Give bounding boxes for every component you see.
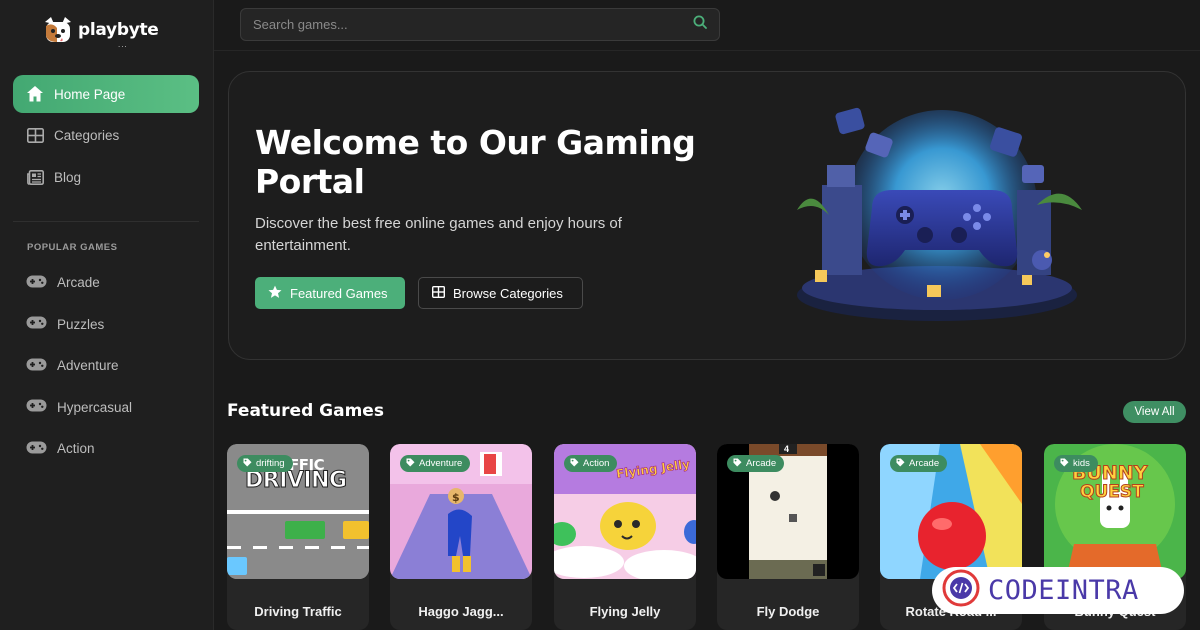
tag-icon [733, 458, 742, 470]
game-tag[interactable]: Action [564, 455, 618, 472]
sidebar-item-label: Puzzles [57, 316, 105, 332]
popular-games-heading: POPULAR GAMES [27, 242, 118, 253]
hero-banner: Welcome to Our Gaming Portal Discover th… [228, 71, 1186, 360]
game-tag-label: kids [1073, 458, 1090, 469]
tag-icon [570, 458, 579, 470]
home-icon [26, 85, 44, 103]
svg-text:$: $ [452, 491, 460, 504]
hero-controller-illustration [767, 90, 1107, 330]
grid-icon [26, 127, 44, 145]
sidebar-item-label: Adventure [57, 358, 119, 374]
sidebar-item-label: Arcade [57, 275, 100, 291]
brand-logo[interactable]: playbyte [42, 16, 159, 44]
sidebar-item-label: Hypercasual [57, 399, 133, 415]
newspaper-icon [26, 168, 44, 186]
game-tag[interactable]: Adventure [400, 455, 471, 472]
game-tag-label: Action [583, 458, 610, 469]
browse-categories-button[interactable]: Browse Categories [418, 277, 583, 309]
game-title[interactable]: Driving Traffic [227, 604, 369, 619]
game-card-flying-jelly[interactable]: Flying Jelly Action Flying Jelly [554, 444, 696, 630]
tag-icon [896, 458, 905, 470]
game-tag[interactable]: Arcade [727, 455, 785, 472]
gamepad-icon [26, 275, 47, 291]
browse-categories-button-label: Browse Categories [453, 285, 563, 301]
featured-games-button-label: Featured Games [290, 285, 388, 301]
main-nav: Home Page Categories Blog [13, 75, 199, 200]
brand-name: playbyte [78, 20, 159, 40]
sidebar-divider [13, 221, 199, 222]
search-input[interactable] [253, 17, 693, 32]
game-tag[interactable]: drifting [237, 455, 293, 472]
watermark-text: CODEINTRA [988, 575, 1139, 606]
featured-games-heading: Featured Games [227, 401, 384, 421]
featured-games-button[interactable]: Featured Games [255, 277, 405, 309]
nav-item-label: Categories [54, 128, 120, 143]
game-tag-label: drifting [256, 458, 285, 469]
search-box[interactable] [240, 8, 720, 41]
game-tag-label: Arcade [909, 458, 940, 469]
gamepad-icon [26, 399, 47, 415]
sidebar-item-label: Action [57, 441, 95, 457]
hero-subtitle: Discover the best free online games and … [255, 215, 622, 254]
nav-item-label: Home Page [54, 86, 126, 102]
nav-item-home[interactable]: Home Page [13, 75, 199, 113]
tag-icon [1060, 458, 1069, 470]
sidebar-item-puzzles[interactable]: Puzzles [13, 304, 199, 346]
game-tag[interactable]: Arcade [890, 455, 948, 472]
tag-icon [243, 458, 252, 470]
brand-dots: ... [118, 40, 128, 49]
gamepad-icon [26, 316, 47, 332]
game-title[interactable]: Flying Jelly [554, 604, 696, 619]
nav-item-categories[interactable]: Categories [13, 117, 199, 155]
sidebar-item-adventure[interactable]: Adventure [13, 345, 199, 387]
codeintra-watermark: CODEINTRA [932, 567, 1184, 614]
sidebar-item-hypercasual[interactable]: Hypercasual [13, 387, 199, 429]
hero-title: Welcome to Our Gaming Portal [255, 123, 696, 201]
top-bar [214, 0, 1200, 51]
sidebar-item-arcade[interactable]: Arcade [13, 262, 199, 304]
tag-icon [406, 458, 415, 470]
search-icon[interactable] [693, 15, 707, 34]
game-tag[interactable]: kids [1054, 455, 1098, 472]
grid-icon [431, 285, 446, 301]
game-card-driving-traffic[interactable]: FFIC DRIVING drifting Driving Traffic [227, 444, 369, 630]
game-tag-label: Adventure [419, 458, 463, 469]
sidebar: playbyte ... Home Page Categories Blog P… [0, 0, 214, 630]
score-counter: 4 [784, 444, 790, 454]
game-title[interactable]: Haggo Jagg... [390, 604, 532, 619]
gamepad-icon [26, 358, 47, 374]
gamepad-icon [26, 441, 47, 457]
popular-games-list: Arcade Puzzles Adventure Hypercasual Act… [13, 262, 199, 470]
game-card-haggo-jagg[interactable]: $ Adventure Haggo Jagg... [390, 444, 532, 630]
thumb-title: QUEST [1080, 482, 1145, 503]
game-title[interactable]: Fly Dodge [717, 604, 859, 619]
nav-item-blog[interactable]: Blog [13, 158, 199, 196]
star-icon [268, 285, 282, 302]
code-logo-icon [942, 569, 980, 612]
nav-item-label: Blog [54, 169, 82, 185]
sidebar-item-action[interactable]: Action [13, 428, 199, 470]
game-card-fly-dodge[interactable]: 4 Arcade Fly Dodge [717, 444, 859, 630]
dog-logo-icon [42, 16, 74, 44]
view-all-button[interactable]: View All [1123, 401, 1186, 423]
game-tag-label: Arcade [746, 458, 777, 469]
